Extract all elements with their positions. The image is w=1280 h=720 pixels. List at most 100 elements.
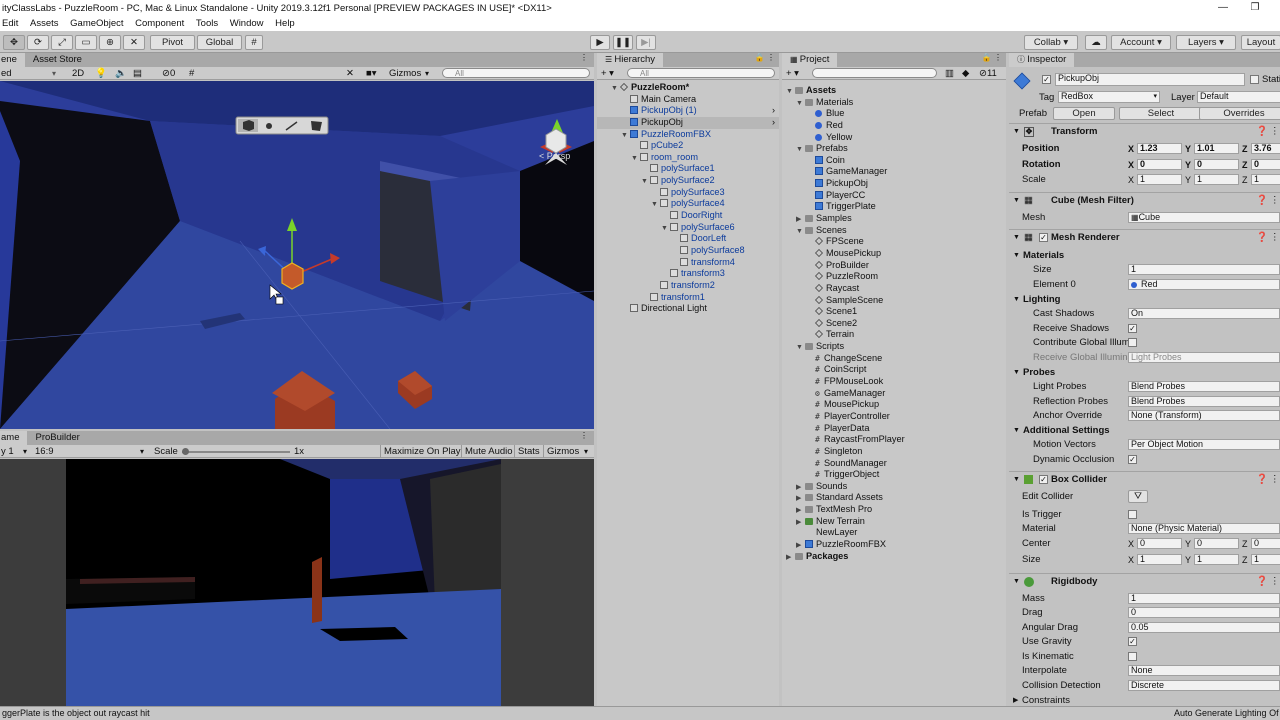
collider-size-y-field[interactable]: 1: [1194, 554, 1239, 565]
shading-mode[interactable]: ed: [1, 67, 12, 80]
component-settings-icon[interactable]: ⋮: [1270, 230, 1280, 246]
mute-audio-toggle[interactable]: Mute Audio: [461, 445, 513, 458]
project-item[interactable]: Terrain: [782, 329, 1006, 341]
layer-dropdown[interactable]: Default: [1197, 91, 1280, 103]
hierarchy-item[interactable]: transform2: [597, 280, 779, 292]
hierarchy-item[interactable]: ▼ polySurface2: [597, 175, 779, 187]
center-y-field[interactable]: 0: [1194, 538, 1239, 549]
hierarchy-item[interactable]: DoorRight: [597, 210, 779, 222]
expand-arrow-icon[interactable]: ▶: [786, 552, 795, 564]
hidden-objects-icon[interactable]: ⊘0: [162, 67, 175, 80]
rotation-y-field[interactable]: 0: [1194, 159, 1239, 170]
project-item[interactable]: GameManager: [782, 166, 1006, 178]
expand-arrow-icon[interactable]: ▼: [786, 86, 795, 98]
project-item[interactable]: Scene1: [782, 306, 1006, 318]
menu-help[interactable]: Help: [275, 17, 295, 31]
box-collider-header[interactable]: ▼ ✓ Box Collider ❓ ⋮: [1009, 471, 1280, 487]
collider-size-x-field[interactable]: 1: [1137, 554, 1182, 565]
hierarchy-item[interactable]: ▼ polySurface4: [597, 198, 779, 210]
hierarchy-item[interactable]: Main Camera: [597, 94, 779, 106]
account-button[interactable]: Account ▾: [1111, 35, 1171, 50]
maximize-on-play-toggle[interactable]: Maximize On Play: [380, 445, 461, 458]
persp-label[interactable]: < Persp: [539, 151, 570, 161]
expand-arrow-icon[interactable]: ▼: [796, 226, 805, 238]
collider-size-z-field[interactable]: 1: [1251, 554, 1280, 565]
play-button[interactable]: ▶: [590, 35, 610, 50]
maximize-icon[interactable]: ❐: [1238, 0, 1272, 17]
panel-menu-icon[interactable]: 🔒 ⋮: [755, 53, 775, 62]
anchor-override-field[interactable]: None (Transform): [1128, 410, 1280, 421]
2d-toggle[interactable]: 2D: [72, 67, 84, 80]
scale-z-field[interactable]: 1: [1251, 174, 1280, 185]
project-item[interactable]: ▶ Samples: [782, 213, 1006, 225]
menu-component[interactable]: Component: [135, 17, 184, 31]
display-chevron-icon[interactable]: ▾: [23, 445, 27, 458]
edit-collider-button[interactable]: ⛛: [1128, 490, 1148, 503]
project-item[interactable]: SampleScene: [782, 295, 1006, 307]
hierarchy-item[interactable]: ▼ PuzzleRoom*: [597, 82, 779, 94]
menu-assets[interactable]: Assets: [30, 17, 59, 31]
project-search-input[interactable]: [812, 68, 937, 78]
transform-tool-icon[interactable]: ⊕: [99, 35, 121, 50]
tab-inspector[interactable]: ⓘ Inspector: [1009, 53, 1075, 67]
light-icon[interactable]: 💡: [95, 67, 107, 80]
pause-button[interactable]: ❚❚: [613, 35, 633, 50]
menu-window[interactable]: Window: [230, 17, 264, 31]
additional-settings-section[interactable]: ▼ Additional Settings: [1009, 424, 1280, 438]
scene-viewport[interactable]: [0, 81, 594, 429]
panel-menu-icon[interactable]: ⋮: [580, 431, 588, 440]
expand-arrow-icon[interactable]: ▼: [651, 199, 660, 211]
project-item[interactable]: # FPMouseLook: [782, 376, 1006, 388]
expand-arrow-icon[interactable]: ▼: [796, 98, 805, 110]
component-settings-icon[interactable]: ⋮: [1270, 124, 1280, 140]
pivot-button[interactable]: Pivot: [150, 35, 195, 50]
help-icon[interactable]: ❓: [1256, 472, 1268, 488]
panel-menu-icon[interactable]: 🔒 ⋮: [982, 53, 1002, 62]
position-z-field[interactable]: 3.76: [1251, 143, 1280, 154]
scale-slider[interactable]: [182, 451, 290, 453]
lighting-section[interactable]: ▼ Lighting: [1009, 293, 1280, 307]
cast-shadows-dropdown[interactable]: On: [1128, 308, 1280, 319]
project-item[interactable]: ▶ PuzzleRoomFBX: [782, 539, 1006, 551]
transform-header[interactable]: ▼ ✥ Transform ❓ ⋮: [1009, 123, 1280, 139]
contribute-gi-checkbox[interactable]: [1128, 338, 1137, 347]
collider-material-field[interactable]: None (Physic Material): [1128, 523, 1280, 534]
game-gizmos-dropdown[interactable]: Gizmos: [543, 445, 579, 458]
menu-tools[interactable]: Tools: [196, 17, 218, 31]
aspect-dropdown[interactable]: 16:9: [35, 445, 54, 458]
project-item[interactable]: # TriggerObject: [782, 469, 1006, 481]
hierarchy-item[interactable]: polySurface1: [597, 163, 779, 175]
motion-vectors-dropdown[interactable]: Per Object Motion: [1128, 439, 1280, 450]
component-settings-icon[interactable]: ⋮: [1270, 472, 1280, 488]
help-icon[interactable]: ❓: [1256, 230, 1268, 246]
stats-toggle[interactable]: Stats: [514, 445, 540, 458]
auto-lighting-status[interactable]: Auto Generate Lighting Of: [1174, 707, 1279, 720]
project-item[interactable]: NewLayer: [782, 527, 1006, 539]
game-gizmos-chevron-icon[interactable]: ▾: [584, 445, 588, 458]
tools-icon[interactable]: ✕: [346, 67, 354, 80]
reflection-probes-dropdown[interactable]: Blend Probes: [1128, 396, 1280, 407]
menu-edit[interactable]: Edit: [2, 17, 18, 31]
hidden-packages-icon[interactable]: ⊘11: [979, 67, 997, 80]
gizmos-dropdown[interactable]: Gizmos: [389, 67, 421, 80]
mesh-field[interactable]: ▦Cube: [1128, 212, 1280, 223]
hierarchy-item[interactable]: PickupObj ›: [597, 116, 779, 129]
scale-y-field[interactable]: 1: [1194, 174, 1239, 185]
is-kinematic-checkbox[interactable]: [1128, 652, 1137, 661]
project-item[interactable]: MousePickup: [782, 248, 1006, 260]
project-item[interactable]: # PlayerController: [782, 411, 1006, 423]
project-item[interactable]: ▶ Packages: [782, 551, 1006, 563]
project-item[interactable]: PlayerCC: [782, 190, 1006, 202]
expand-arrow-icon[interactable]: ▼: [796, 144, 805, 156]
project-item[interactable]: Blue: [782, 108, 1006, 120]
project-item[interactable]: ▶ Standard Assets: [782, 492, 1006, 504]
rotate-tool-icon[interactable]: ⟳: [27, 35, 49, 50]
expand-arrow-icon[interactable]: ▼: [611, 83, 620, 95]
receive-shadows-checkbox[interactable]: ✓: [1128, 324, 1137, 333]
aspect-chevron-icon[interactable]: ▾: [140, 445, 144, 458]
project-item[interactable]: ▶ TextMesh Pro: [782, 504, 1006, 516]
mass-field[interactable]: 1: [1128, 593, 1280, 604]
tab-asset-store[interactable]: Asset Store: [25, 53, 90, 67]
tab-scene[interactable]: ene: [0, 53, 25, 67]
hierarchy-item[interactable]: transform3: [597, 268, 779, 280]
